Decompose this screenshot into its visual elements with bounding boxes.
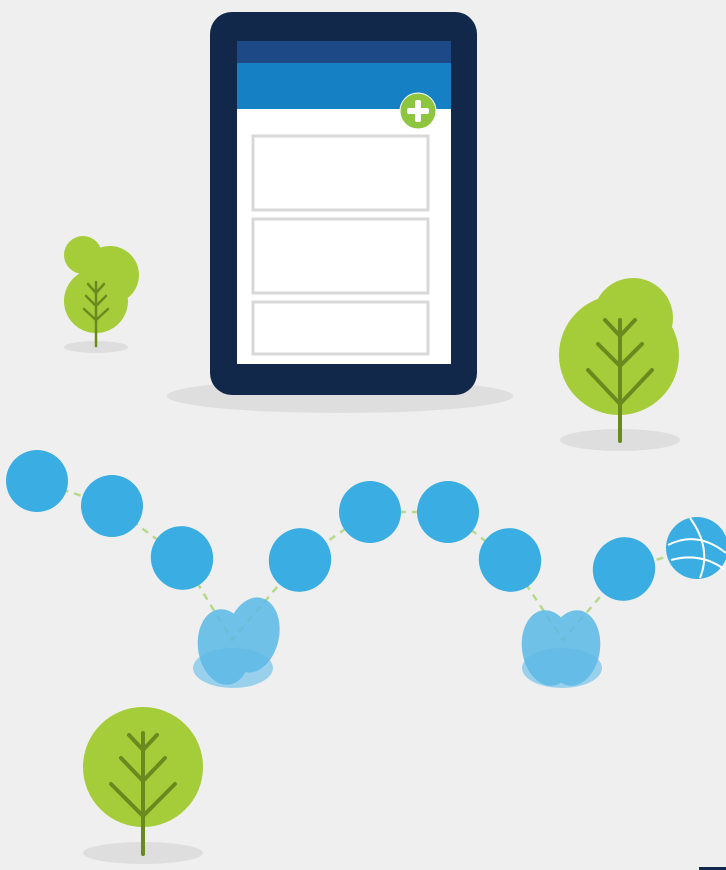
illustration-canvas: [6, 12, 726, 870]
ball-frame: [268, 528, 332, 592]
ball-frame: [150, 526, 214, 590]
ball-frame: [417, 481, 479, 543]
ball-frame: [6, 450, 68, 512]
ball-frame: [339, 481, 401, 543]
tree-icon: [559, 278, 680, 451]
ball-frame: [81, 475, 143, 537]
ball-frame: [478, 528, 542, 592]
list-card: [251, 134, 430, 212]
add-fab-button[interactable]: [399, 92, 437, 130]
bouncing-ball-frames: [6, 450, 656, 601]
bouncing-ball-icon: [666, 517, 726, 579]
app-status-bar: [237, 41, 451, 63]
tablet-device: [210, 12, 477, 395]
tree-icon: [64, 236, 139, 353]
list-card: [251, 300, 430, 356]
ball-frame: [592, 537, 656, 601]
illustration-stage: [0, 0, 726, 870]
tree-icon: [83, 707, 203, 864]
list-card: [251, 217, 430, 295]
